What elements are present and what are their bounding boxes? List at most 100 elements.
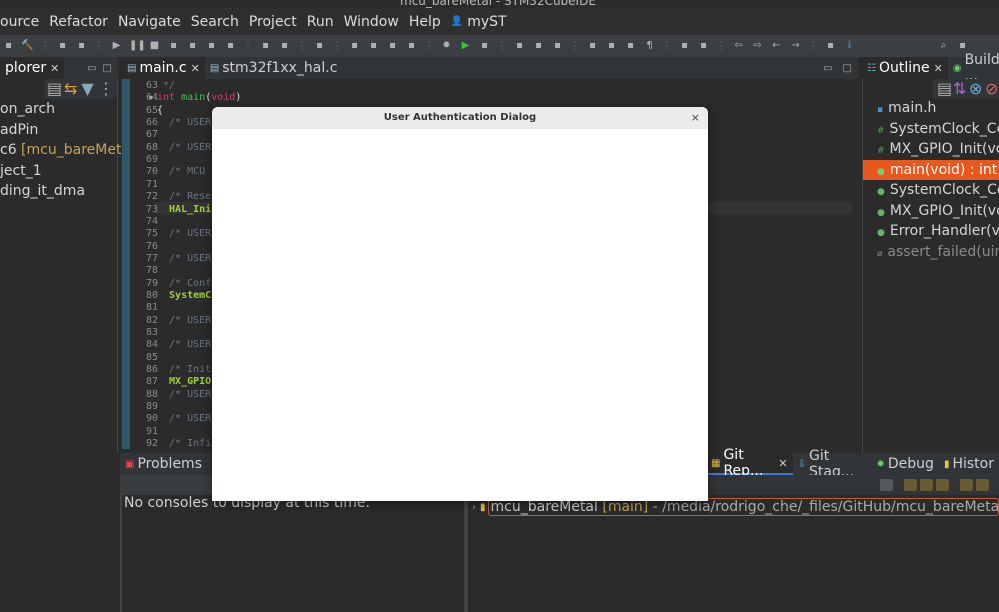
step-into-icon[interactable]: ▪ (186, 40, 199, 52)
c-file-icon: ▤ (209, 62, 220, 74)
debug-icon[interactable]: ✹ (440, 40, 453, 52)
build-icon[interactable]: 🔨 (21, 40, 34, 52)
link-editor-icon[interactable]: ⇆ (64, 81, 77, 97)
add-repo-icon[interactable] (904, 479, 917, 491)
tab-project-explorer[interactable]: plorer ✕ (0, 57, 65, 79)
explorer-item[interactable]: ding_it_dma (0, 181, 117, 202)
collapse-icon[interactable]: ▤ (937, 80, 952, 96)
hide-static-icon[interactable]: ⊘ (985, 80, 998, 96)
search-icon[interactable]: ⌕ (937, 40, 950, 52)
close-icon[interactable]: ✕ (778, 457, 787, 470)
menu-ource[interactable]: ource (0, 14, 39, 30)
create-repo-icon[interactable] (936, 479, 949, 491)
sort-icon[interactable]: ⇅ (953, 80, 966, 96)
new-folder-icon[interactable]: ▪ (367, 40, 380, 52)
outline-item[interactable]: ● Error_Handler(vo (863, 221, 999, 242)
collapse-all-icon[interactable]: ▤ (47, 81, 62, 97)
close-icon[interactable]: × (691, 107, 700, 129)
toggle-block-icon[interactable]: ▪ (605, 40, 618, 52)
show-whitespace-icon[interactable]: ▪ (624, 40, 637, 52)
disconnect-icon[interactable]: ▪ (167, 40, 180, 52)
code-line: */ (157, 80, 176, 91)
minimize-icon[interactable]: ▭ (87, 63, 96, 74)
info-icon[interactable]: ℹ (843, 40, 856, 52)
menu-navigate[interactable]: Navigate (118, 14, 181, 30)
toolbar-separator: ⋮ (40, 40, 50, 52)
stop-icon[interactable]: ■ (148, 40, 161, 52)
filter-icon[interactable]: ▼ (81, 81, 94, 97)
view-menu-icon[interactable]: ⋮ (98, 81, 114, 97)
outline-item[interactable]: # SystemClock_Co (863, 119, 999, 140)
explorer-item[interactable]: ject_1 (0, 161, 117, 182)
dialog-titlebar[interactable]: User Authentication Dialog × (212, 107, 708, 129)
debug-hardware-icon[interactable]: ▪ (313, 40, 326, 52)
resume-icon[interactable]: ▶ (110, 40, 123, 52)
minimize-icon[interactable]: ▭ (823, 63, 832, 74)
toggle-mark-icon[interactable]: ▪ (586, 40, 599, 52)
menu-project[interactable]: Project (249, 14, 297, 30)
menu-help[interactable]: Help (409, 14, 441, 30)
tab-debug[interactable]: ✹ Debug (872, 453, 939, 475)
maximize-icon[interactable]: □ (103, 63, 112, 74)
prev-annotation-icon[interactable]: ▪ (697, 40, 710, 52)
outline-item[interactable]: ● main(void) : int (863, 159, 999, 180)
highlight-icon[interactable]: ▪ (551, 40, 564, 52)
tab-outline[interactable]: ☷ Outline ✕ (862, 57, 948, 79)
run-last-icon[interactable]: ▪ (478, 40, 491, 52)
outline-item[interactable]: ▪ main.h (863, 98, 999, 119)
explorer-item[interactable]: c6 [mcu_bareMeta (0, 140, 130, 161)
open-perspective-icon[interactable]: ▪ (824, 40, 837, 52)
settings-icon[interactable]: ▪ (2, 40, 15, 52)
tab-problems[interactable]: ▣ Problems (120, 453, 207, 475)
editor-tab-stm32f1xx_hal-c[interactable]: ▤ stm32f1xx_hal.c (205, 57, 343, 79)
tab-gitstag[interactable]: ⇩ Git Stag... (793, 448, 872, 480)
tab-histor[interactable]: ▮ Histor (939, 453, 999, 475)
new-file-icon[interactable]: ▪ (386, 40, 399, 52)
explorer-item[interactable]: on_arch (0, 99, 117, 120)
step-over-icon[interactable]: ▪ (205, 40, 218, 52)
menu-window[interactable]: Window (344, 14, 399, 30)
refresh-icon[interactable]: ▪ (405, 40, 418, 52)
use-step-filters-icon[interactable]: ▪ (259, 40, 272, 52)
link-icon[interactable] (976, 479, 989, 491)
open-type-icon[interactable]: ▪ (513, 40, 526, 52)
suspend-icon[interactable]: ❚❚ (129, 40, 146, 52)
new-class-icon[interactable]: ▪ (348, 40, 361, 52)
menu-refactor[interactable]: Refactor (49, 14, 108, 30)
hide-fields-icon[interactable]: ⊗ (969, 80, 982, 96)
explorer-item[interactable]: adPin (0, 120, 117, 141)
chevron-right-icon[interactable]: › (472, 502, 476, 513)
step-return-icon[interactable]: ▪ (224, 40, 237, 52)
close-icon[interactable]: ✕ (191, 62, 200, 75)
line-number: 71 (145, 178, 158, 190)
outline-item[interactable]: ⌀ assert_failed(uin (863, 242, 999, 263)
maximize-icon[interactable]: □ (843, 63, 852, 74)
outline-item[interactable]: ● SystemClock_Co (863, 180, 999, 201)
forward-icon[interactable]: ⇨ (751, 40, 764, 52)
instruction-step-icon[interactable]: ▪ (278, 40, 291, 52)
close-icon[interactable]: ✕ (50, 62, 59, 75)
open-task-icon[interactable]: ▪ (532, 40, 545, 52)
tab-gitrep[interactable]: ▦ Git Rep... ✕ (706, 447, 793, 479)
collapse-icon[interactable] (880, 479, 893, 491)
terminate-icon[interactable]: ▪ (75, 40, 88, 52)
back-icon[interactable]: ⇦ (732, 40, 745, 52)
refresh-icon[interactable] (960, 479, 973, 491)
run-icon[interactable]: ▶ (459, 40, 472, 52)
next-annotation-icon[interactable]: ▪ (678, 40, 691, 52)
nav-back-icon[interactable]: ← (770, 40, 783, 52)
perspective-icon[interactable]: ▪ (956, 40, 969, 52)
tab-build[interactable]: ◉ Build ... (948, 52, 999, 84)
outline-item[interactable]: ● MX_GPIO_Init(vo (863, 201, 999, 222)
outline-label: main(void) : int (889, 161, 998, 178)
paragraph-icon[interactable]: ¶ (643, 40, 656, 52)
outline-item[interactable]: # MX_GPIO_Init(vo (863, 139, 999, 160)
close-icon[interactable]: ✕ (934, 62, 943, 75)
nav-forward-icon[interactable]: → (789, 40, 802, 52)
menu-run[interactable]: Run (307, 14, 334, 30)
clone-repo-icon[interactable] (920, 479, 933, 491)
debug-config-icon[interactable]: ▪ (56, 40, 69, 52)
menu-search[interactable]: Search (191, 14, 239, 30)
menu-myst[interactable]: myST (467, 14, 506, 30)
editor-tab-main-c[interactable]: ▤ main.c ✕ (122, 57, 205, 79)
